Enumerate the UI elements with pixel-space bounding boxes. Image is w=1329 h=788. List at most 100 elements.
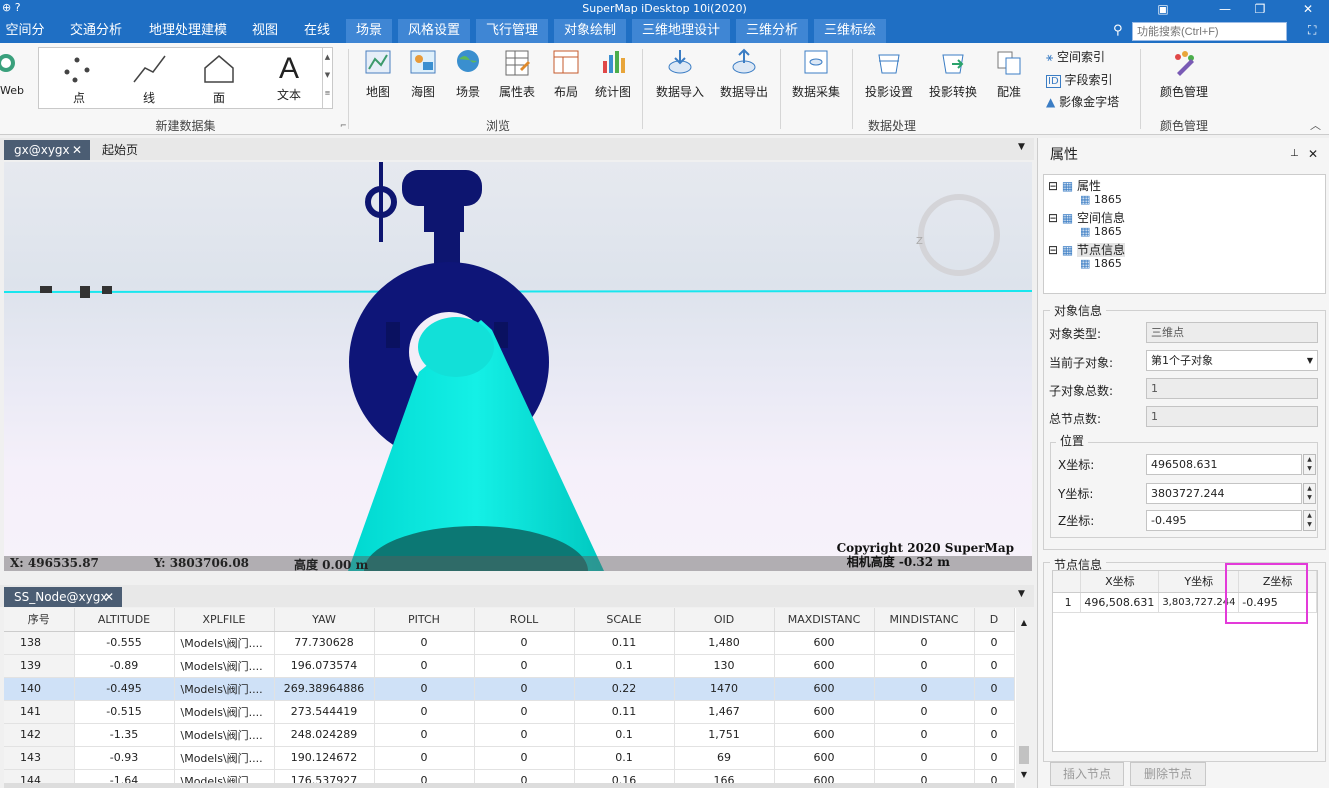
table-cell[interactable]: 1,467 bbox=[674, 700, 775, 724]
tree-leaf[interactable]: ▦ 1865 bbox=[1080, 193, 1122, 206]
maximize-button[interactable]: ❐ bbox=[1245, 0, 1275, 19]
table-cell[interactable]: 1,480 bbox=[674, 631, 775, 655]
menu-8[interactable]: 对象绘制 bbox=[554, 19, 626, 43]
map-button[interactable]: 地图 bbox=[360, 47, 396, 100]
tree-node-nodes[interactable]: ⊟ ▦ 节点信息 bbox=[1048, 241, 1126, 258]
table-row[interactable]: 140 -0.495 \Models\阀门.... 269.38964886 0 0 0.2… bbox=[4, 677, 1015, 701]
table-cell[interactable]: 141 bbox=[4, 700, 75, 724]
chart-map-button[interactable]: 海图 bbox=[405, 47, 441, 100]
table-cell[interactable]: 0 bbox=[974, 677, 1015, 701]
table-cell[interactable]: 69 bbox=[674, 746, 775, 770]
delete-node-button[interactable]: 删除节点 bbox=[1130, 762, 1206, 786]
column-header[interactable]: D bbox=[974, 608, 1015, 632]
registration-button[interactable]: 配准 bbox=[990, 47, 1028, 100]
expand-icon[interactable]: ⛶ bbox=[1308, 23, 1316, 38]
tree-node-spatial[interactable]: ⊟ ▦ 空间信息 bbox=[1048, 209, 1125, 226]
table-row[interactable]: 139 -0.89 \Models\阀门.... 196.073574 0 0 0.1 130… bbox=[4, 654, 1015, 678]
spatial-index-button[interactable]: ⚹ 空间索引 bbox=[1046, 48, 1105, 65]
table-row[interactable]: 143 -0.93 \Models\阀门.... 190.124672 0 0 0.1 69 6… bbox=[4, 746, 1015, 770]
table-cell[interactable]: 0 bbox=[474, 677, 575, 701]
table-cell[interactable]: 190.124672 bbox=[274, 746, 375, 770]
menu-4[interactable]: 在线 bbox=[296, 19, 338, 43]
tree-leaf[interactable]: ▦ 1865 bbox=[1080, 225, 1122, 238]
table-cell[interactable]: 1,751 bbox=[674, 723, 775, 747]
table-cell[interactable]: 196.073574 bbox=[274, 654, 375, 678]
table-cell[interactable]: 600 bbox=[774, 746, 875, 770]
table-cell[interactable]: 0 bbox=[474, 631, 575, 655]
menu-10[interactable]: 三维分析 bbox=[736, 19, 808, 43]
column-header[interactable]: ROLL bbox=[474, 608, 575, 632]
x-coordinate-field[interactable]: 496508.631 bbox=[1146, 454, 1302, 475]
pin-icon[interactable]: ⊥ bbox=[1290, 148, 1299, 159]
restore-layout-icon[interactable]: ▣ bbox=[1148, 0, 1178, 19]
table-cell[interactable]: -1.35 bbox=[74, 723, 175, 747]
scene-button[interactable]: 场景 bbox=[450, 47, 486, 100]
table-cell[interactable]: 0 bbox=[474, 723, 575, 747]
menu-0[interactable]: 空间分析 bbox=[0, 19, 50, 62]
close-icon[interactable]: ✕ bbox=[1308, 147, 1318, 161]
table-cell[interactable]: 600 bbox=[774, 631, 875, 655]
field-index-button[interactable]: ID 字段索引 bbox=[1046, 71, 1113, 88]
table-cell[interactable]: 273.544419 bbox=[274, 700, 375, 724]
table-cell[interactable]: \Models\阀门.... bbox=[174, 654, 275, 678]
table-vertical-scrollbar[interactable]: ▲ ▼ bbox=[1016, 608, 1032, 788]
table-cell[interactable]: 139 bbox=[4, 654, 75, 678]
web-button[interactable]: Web bbox=[0, 51, 24, 97]
color-management-button[interactable]: 颜色管理 bbox=[1150, 47, 1218, 100]
column-header[interactable]: PITCH bbox=[374, 608, 475, 632]
column-header[interactable]: SCALE bbox=[574, 608, 675, 632]
table-cell[interactable]: -0.89 bbox=[74, 654, 175, 678]
column-header[interactable]: YAW bbox=[274, 608, 375, 632]
table-cell[interactable]: 0 bbox=[474, 700, 575, 724]
table-cell[interactable]: 0 bbox=[874, 654, 975, 678]
table-cell[interactable]: \Models\阀门.... bbox=[174, 700, 275, 724]
attribute-table-button[interactable]: 属性表 bbox=[495, 47, 539, 100]
table-cell[interactable]: 0.1 bbox=[574, 654, 675, 678]
sub-object-select[interactable]: 第1个子对象 ▼ bbox=[1146, 350, 1318, 371]
data-export-button[interactable]: 数据导出 bbox=[716, 47, 772, 100]
layout-button[interactable]: 布局 bbox=[548, 47, 584, 100]
table-cell[interactable]: 130 bbox=[674, 654, 775, 678]
column-header[interactable]: MINDISTANC bbox=[874, 608, 975, 632]
table-cell[interactable]: 0.22 bbox=[574, 677, 675, 701]
table-cell[interactable]: 0 bbox=[874, 677, 975, 701]
close-button[interactable]: ✕ bbox=[1293, 0, 1323, 19]
table-row[interactable]: 142 -1.35 \Models\阀门.... 248.024289 0 0 0.1 1,7… bbox=[4, 723, 1015, 747]
x-spinner[interactable]: ▲ ▼ bbox=[1303, 454, 1316, 475]
table-cell[interactable]: \Models\阀门.... bbox=[174, 631, 275, 655]
attribute-table[interactable]: 序号 ALTITUDE XPLFILE YAW PITCH ROLL SCALE OID MAX… bbox=[4, 608, 1032, 788]
gallery-scroll[interactable]: ▲ ▼ ≡ bbox=[322, 48, 332, 108]
tab-list-dropdown-icon[interactable]: ▼ bbox=[1018, 142, 1025, 152]
tree-leaf[interactable]: ▦ 1865 bbox=[1080, 257, 1122, 270]
table-cell[interactable]: 0 bbox=[874, 746, 975, 770]
table-cell[interactable]: 269.38964886 bbox=[274, 677, 375, 701]
table-cell[interactable]: 142 bbox=[4, 723, 75, 747]
collapse-ribbon-icon[interactable]: ︿ bbox=[1310, 117, 1321, 133]
property-tree[interactable]: ⊟ ▦ 属性 ▦ 1865 ⊟ ▦ 空间信息 ▦ 1865 ⊟ ▦ 节点信息 ▦… bbox=[1043, 174, 1326, 294]
dialog-launcher-icon[interactable]: ⌐ bbox=[340, 121, 347, 130]
column-header[interactable]: XPLFILE bbox=[174, 608, 275, 632]
table-cell[interactable]: 1470 bbox=[674, 677, 775, 701]
menu-7[interactable]: 飞行管理 bbox=[476, 19, 548, 43]
table-cell[interactable]: 138 bbox=[4, 631, 75, 655]
table-row[interactable]: 138 -0.555 \Models\阀门.... 77.730628 0 0 0.11 1,… bbox=[4, 631, 1015, 655]
table-cell[interactable]: 600 bbox=[774, 654, 875, 678]
data-import-button[interactable]: 数据导入 bbox=[652, 47, 708, 100]
table-cell[interactable]: 0 bbox=[374, 677, 475, 701]
column-header[interactable]: 序号 bbox=[4, 608, 75, 632]
table-cell[interactable]: 0 bbox=[374, 700, 475, 724]
new-point-button[interactable]: 点 bbox=[49, 52, 109, 106]
menu-2[interactable]: 地理处理建模 bbox=[140, 19, 236, 43]
table-cell[interactable]: 0 bbox=[974, 631, 1015, 655]
table-cell[interactable]: 140 bbox=[4, 677, 75, 701]
table-cell[interactable]: 0.1 bbox=[574, 723, 675, 747]
table-cell[interactable]: 0 bbox=[474, 654, 575, 678]
table-cell[interactable]: 600 bbox=[774, 700, 875, 724]
minimize-button[interactable]: — bbox=[1210, 0, 1240, 19]
close-icon[interactable]: ✕ bbox=[104, 587, 114, 607]
table-cell[interactable]: -0.555 bbox=[74, 631, 175, 655]
table-cell[interactable]: -0.515 bbox=[74, 700, 175, 724]
y-coordinate-field[interactable]: 3803727.244 bbox=[1146, 483, 1302, 504]
new-text-button[interactable]: A 文本 bbox=[259, 52, 319, 103]
table-cell[interactable]: 0 bbox=[374, 654, 475, 678]
